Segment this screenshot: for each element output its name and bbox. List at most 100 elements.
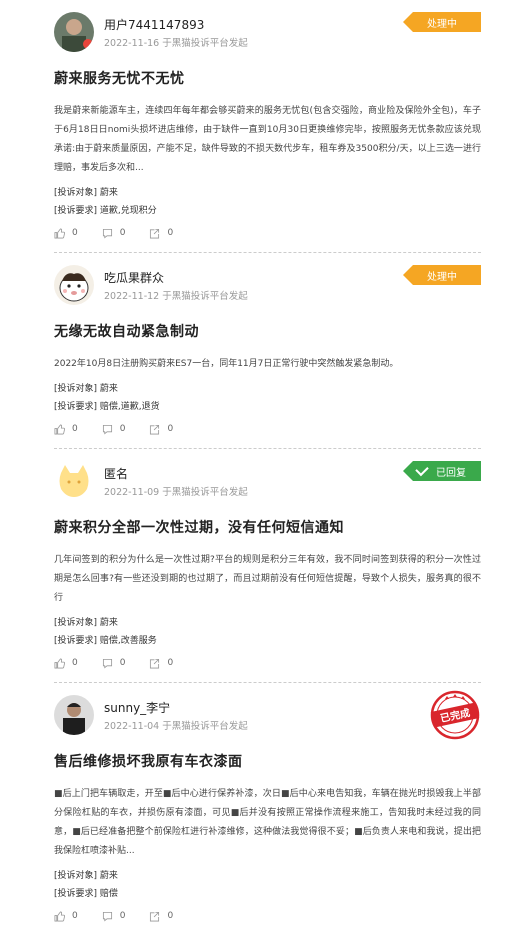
avatar[interactable] [54,265,94,305]
complaint-target: [投诉对象] 蔚来 [54,184,481,202]
demand-label: [投诉要求] [54,889,98,899]
complaint-target: [投诉对象] 蔚来 [54,867,481,885]
complaint-meta: 2022-11-04 于黑猫投诉平台发起 [104,721,248,732]
share-button[interactable]: 0 [149,424,173,435]
complaint-target: [投诉对象] 蔚来 [54,380,481,398]
complaint-feed: 用户7441147893 2022-11-16 于黑猫投诉平台发起 处理中 蔚来… [0,0,513,927]
demand-label: [投诉要求] [54,206,98,216]
thumbs-up-icon [54,424,65,434]
share-button[interactable]: 0 [149,228,173,239]
card-actions: 0 0 0 [54,418,481,440]
user-name[interactable]: 用户7441147893 [104,16,204,33]
complaint-target: [投诉对象] 蔚来 [54,614,481,632]
card-actions: 0 0 0 [54,905,481,927]
comment-count: 0 [119,911,126,921]
share-button[interactable]: 0 [149,658,173,669]
target-value: 蔚来 [99,618,118,628]
like-button[interactable]: 0 [54,424,78,435]
card-header: sunny_李宁 2022-11-04 于黑猫投诉平台发起 已完成 [54,683,481,743]
demand-label: [投诉要求] [54,402,98,412]
like-count: 0 [72,424,78,434]
status-badge: 处理中 [403,12,481,32]
target-value: 蔚来 [99,188,118,198]
comment-count: 0 [119,228,126,238]
share-count: 0 [167,911,174,921]
card-actions: 0 0 0 [54,652,481,674]
comment-button[interactable]: 0 [102,658,126,669]
comment-icon [102,911,112,921]
complaint-meta: 2022-11-09 于黑猫投诉平台发起 [104,487,248,498]
like-count: 0 [72,228,78,238]
user-name[interactable]: 吃瓜果群众 [104,269,164,286]
like-count: 0 [72,911,78,921]
like-button[interactable]: 0 [54,911,78,922]
complaint-card[interactable]: 用户7441147893 2022-11-16 于黑猫投诉平台发起 处理中 蔚来… [0,0,513,253]
completed-stamp: 已完成 [430,690,480,740]
complaint-body[interactable]: 几年间签到的积分为什么是一次性过期?平台的规则是积分三年有效，我不同时间签到获得… [54,551,481,608]
thumbs-up-icon [54,658,65,668]
share-button[interactable]: 0 [149,911,173,922]
target-label: [投诉对象] [54,871,98,881]
complaint-title[interactable]: 蔚来积分全部一次性过期，没有任何短信通知 [54,517,481,537]
target-value: 蔚来 [99,384,118,394]
card-header: 匿名 2022-11-09 于黑猫投诉平台发起 已回复 [54,449,481,509]
complaint-card[interactable]: sunny_李宁 2022-11-04 于黑猫投诉平台发起 已完成 售后维修损坏… [0,683,513,927]
complaint-meta: 2022-11-12 于黑猫投诉平台发起 [104,291,248,302]
comment-count: 0 [119,424,126,434]
complaint-demand: [投诉要求] 赔偿,道歉,退货 [54,398,481,416]
avatar[interactable] [54,12,94,52]
avatar[interactable] [54,461,94,501]
complaint-card[interactable]: 匿名 2022-11-09 于黑猫投诉平台发起 已回复 蔚来积分全部一次性过期，… [0,449,513,683]
complaint-meta: 2022-11-16 于黑猫投诉平台发起 [104,38,248,49]
complaint-demand: [投诉要求] 赔偿 [54,885,481,903]
comment-icon [102,228,112,238]
user-name[interactable]: 匿名 [104,465,128,482]
thumbs-up-icon [54,228,65,238]
check-icon [415,462,429,477]
comment-icon [102,658,112,668]
like-button[interactable]: 0 [54,228,78,239]
like-button[interactable]: 0 [54,658,78,669]
user-name[interactable]: sunny_李宁 [104,699,170,716]
complaint-title[interactable]: 无缘无故自动紧急制动 [54,321,481,341]
complaint-body[interactable]: 我是蔚来新能源车主，连续四年每年都会够买蔚来的服务无忧包(包含交强险，商业险及保… [54,102,481,178]
thumbs-up-icon [54,911,65,921]
comment-button[interactable]: 0 [102,424,126,435]
demand-label: [投诉要求] [54,636,98,646]
card-header: 用户7441147893 2022-11-16 于黑猫投诉平台发起 处理中 [54,0,481,60]
share-count: 0 [167,658,174,668]
card-header: 吃瓜果群众 2022-11-12 于黑猫投诉平台发起 处理中 [54,253,481,313]
share-count: 0 [167,228,174,238]
complaint-title[interactable]: 售后维修损坏我原有车衣漆面 [54,751,481,771]
share-icon [150,424,160,434]
share-count: 0 [167,424,174,434]
status-badge: 处理中 [403,265,481,285]
share-icon [150,911,160,921]
complaint-demand: [投诉要求] 道歉,兑现积分 [54,202,481,220]
share-icon [150,658,160,668]
comment-count: 0 [119,658,126,668]
status-badge: 已回复 [403,461,481,481]
card-actions: 0 0 0 [54,222,481,244]
complaint-demand: [投诉要求] 赔偿,改善服务 [54,632,481,650]
comment-icon [102,424,112,434]
target-label: [投诉对象] [54,384,98,394]
complaint-body[interactable]: 2022年10月8日注册购买蔚来ES7一台，同年11月7日正常行驶中突然触发紧急… [54,355,481,374]
comment-button[interactable]: 0 [102,228,126,239]
demand-value: 赔偿,道歉,退货 [99,402,160,412]
target-label: [投诉对象] [54,188,98,198]
share-icon [150,228,160,238]
target-label: [投诉对象] [54,618,98,628]
complaint-title[interactable]: 蔚来服务无忧不无忧 [54,68,481,88]
target-value: 蔚来 [99,871,118,881]
status-label: 处理中 [427,18,457,30]
comment-button[interactable]: 0 [102,911,126,922]
status-label: 已回复 [436,467,466,479]
complaint-card[interactable]: 吃瓜果群众 2022-11-12 于黑猫投诉平台发起 处理中 无缘无故自动紧急制… [0,253,513,449]
avatar[interactable] [54,695,94,735]
complaint-body[interactable]: ■后上门把车辆取走，开至■后中心进行保养补漆，次日■后中心来电告知我，车辆在抛光… [54,785,481,861]
demand-value: 赔偿,改善服务 [99,636,157,646]
demand-value: 赔偿 [99,889,118,899]
demand-value: 道歉,兑现积分 [99,206,157,216]
like-count: 0 [72,658,78,668]
